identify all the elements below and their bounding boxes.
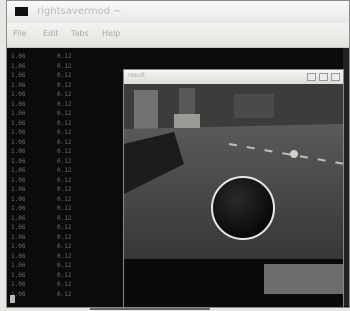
output-line: 0.12 <box>57 91 72 98</box>
output-line: 1.06 <box>11 243 26 250</box>
minimize-button[interactable] <box>307 73 316 81</box>
title-bar[interactable]: rightsavermod ~ <box>7 1 349 23</box>
output-line: 0.12 <box>57 214 72 222</box>
output-line: 1.06 <box>11 81 26 89</box>
output-line: 1.06 <box>11 176 26 184</box>
bottom-edge <box>90 308 210 310</box>
output-line: 1.06 <box>11 167 26 174</box>
output-line: 0.12 <box>57 53 72 60</box>
output-line: 0.12 <box>57 195 72 203</box>
output-line: 1.06 <box>11 91 26 98</box>
output-line: 0.12 <box>57 138 72 146</box>
output-line: 1.06 <box>11 148 26 155</box>
output-line: 1.06 <box>11 252 26 260</box>
output-line: 1.06 <box>11 195 26 203</box>
output-line: 0.12 <box>57 72 72 79</box>
output-line: 0.12 <box>57 129 72 136</box>
output-line: 1.06 <box>11 271 26 279</box>
output-line: 0.12 <box>57 224 72 231</box>
output-line: 1.06 <box>11 186 26 193</box>
foreground-highlight <box>264 264 343 294</box>
output-line: 0.12 <box>57 271 72 279</box>
output-line: 0.12 <box>57 157 72 165</box>
output-line: 1.06 <box>11 281 26 288</box>
floor-object <box>174 114 200 128</box>
menu-tabs[interactable]: Tabs <box>71 29 89 38</box>
viewer-title-bar[interactable]: result <box>124 70 343 84</box>
viewer-title: result <box>128 72 145 79</box>
terminal-icon <box>15 7 28 16</box>
output-line: 0.12 <box>57 167 72 174</box>
output-line: 1.06 <box>11 129 26 136</box>
output-line: 0.12 <box>57 262 72 269</box>
output-line: 0.12 <box>57 243 72 250</box>
output-line: 1.06 <box>11 224 26 231</box>
output-line: 0.12 <box>57 148 72 155</box>
output-line: 1.06 <box>11 205 26 212</box>
output-line: 1.06 <box>11 62 26 70</box>
output-line: 0.12 <box>57 119 72 127</box>
text-cursor <box>10 295 15 303</box>
output-line: 1.06 <box>11 138 26 146</box>
output-line: 1.06 <box>11 157 26 165</box>
camera-frame <box>124 84 343 307</box>
maximize-button[interactable] <box>319 73 328 81</box>
menu-help[interactable]: Help <box>102 29 120 38</box>
output-line: 0.12 <box>57 176 72 184</box>
output-line: 0.12 <box>57 100 72 108</box>
detected-ball <box>213 178 273 238</box>
output-line: 1.06 <box>11 110 26 117</box>
menu-edit[interactable]: Edit <box>43 29 59 38</box>
output-line: 1.06 <box>11 233 26 241</box>
output-line: 1.06 <box>11 214 26 222</box>
background-object <box>234 94 274 118</box>
menu-file[interactable]: File <box>13 29 26 38</box>
output-column-2: 0.12 0.12 0.12 0.12 0.12 0.12 0.12 0.12 0.12 0.12… <box>57 52 71 299</box>
output-line: 0.12 <box>57 205 72 212</box>
output-line: 0.12 <box>57 81 72 89</box>
output-line: 0.12 <box>57 62 72 70</box>
output-line: 0.12 <box>57 252 72 260</box>
image-viewer-window: result <box>123 69 344 308</box>
output-line: 1.06 <box>11 72 26 79</box>
output-line: 0.12 <box>57 281 72 288</box>
close-button[interactable] <box>331 73 340 81</box>
output-line: 1.06 <box>11 100 26 108</box>
output-line: 0.12 <box>57 233 72 241</box>
output-column-1: 1.06 1.06 1.06 1.06 1.06 1.06 1.06 1.06 1.06 1.06… <box>11 52 25 299</box>
output-line: 0.12 <box>57 186 72 193</box>
output-line: 0.12 <box>57 290 72 298</box>
output-line: 1.06 <box>11 262 26 269</box>
small-object <box>290 150 298 158</box>
window-title: rightsavermod ~ <box>37 6 122 17</box>
output-line: 0.12 <box>57 110 72 117</box>
menu-bar: File Edit Tabs Help <box>7 23 349 48</box>
output-line: 1.06 <box>11 119 26 127</box>
output-line: 1.06 <box>11 53 26 60</box>
wall-panel <box>134 90 158 134</box>
